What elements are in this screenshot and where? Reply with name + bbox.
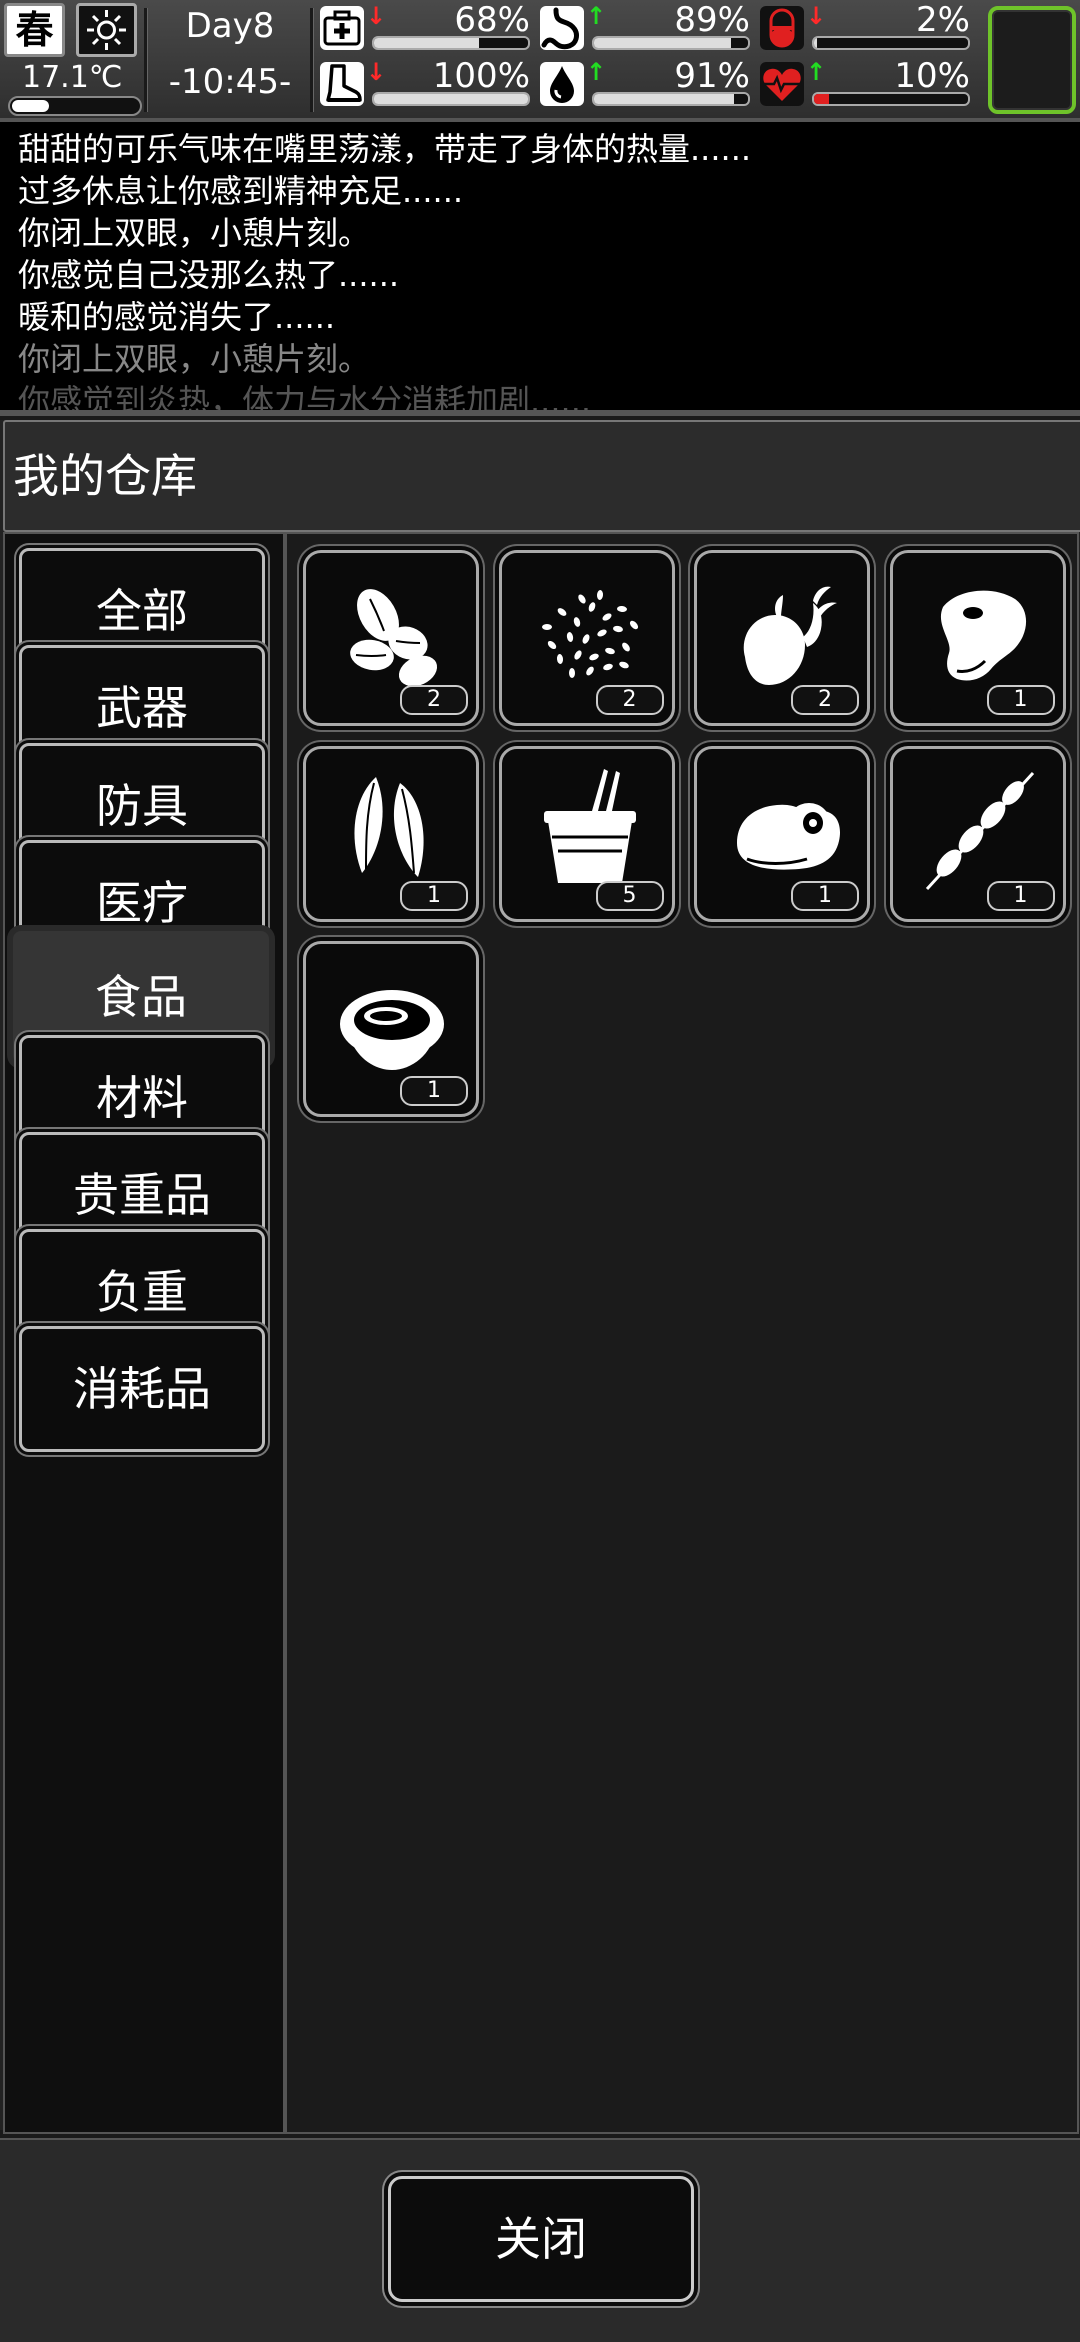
- stat-bar-fill: [594, 94, 735, 104]
- item-count-badge: 1: [986, 880, 1055, 911]
- stat-value: 100%: [432, 56, 530, 96]
- stat-value: 2%: [916, 0, 970, 40]
- item-slot[interactable]: 1: [694, 745, 870, 922]
- stat-bar: [592, 36, 750, 50]
- message-line: 过多休息让你感到精神充足......: [18, 172, 464, 210]
- stomach-icon: [540, 6, 584, 50]
- divider: [144, 8, 148, 112]
- sprouted-potato-icon: [743, 586, 837, 685]
- stat-bar-fill: [814, 38, 818, 48]
- temperature-gauge: [8, 96, 142, 116]
- storage-panel: 我的仓库 全部 武器 防具 医疗 食品 材料 贵重品 负重 消耗品 2 2 2 1 1 5 1 1 1: [0, 420, 1080, 2134]
- thirst-stat[interactable]: ↑ 91%: [540, 56, 750, 106]
- message-line: 你闭上双眼，小憩片刻。: [18, 214, 371, 252]
- stat-bar: [592, 92, 750, 106]
- item-count-badge: 2: [595, 685, 664, 715]
- item-count-badge: 2: [791, 685, 859, 715]
- medkit-icon: [320, 6, 364, 50]
- close-button[interactable]: 关闭: [388, 2176, 694, 2302]
- category-sidebar: 全部 武器 防具 医疗 食品 材料 贵重品 负重 消耗品: [3, 532, 285, 2134]
- status-bar: 春 17.1℃ Day8 -10:45- ↓ 68% ↑ 89% ↓ 2% ↓ …: [0, 0, 1080, 122]
- message-line: 暖和的感觉消失了......: [18, 298, 336, 336]
- item-count-badge: 5: [595, 880, 664, 911]
- trend-arrow: ↑: [586, 2, 607, 30]
- item-slot[interactable]: 1: [889, 550, 1066, 726]
- temperature-readout: 17.1℃: [22, 60, 123, 95]
- stat-bar-fill: [374, 94, 528, 104]
- rice-grains-icon: [541, 590, 638, 678]
- sun-weather-icon: [76, 3, 137, 57]
- trend-arrow: ↓: [806, 2, 827, 30]
- item-slot[interactable]: 5: [498, 745, 675, 922]
- boot-icon: [320, 62, 364, 106]
- season-label: 春: [15, 8, 54, 52]
- stat-bar: [812, 92, 970, 106]
- item-slot[interactable]: 1: [303, 941, 479, 1117]
- storage-title: 我的仓库: [3, 420, 1080, 532]
- steak-icon: [940, 590, 1026, 681]
- stat-value: 89%: [674, 0, 750, 40]
- item-count-badge: 1: [986, 685, 1055, 715]
- meat-chunk-icon: [737, 802, 841, 870]
- season-badge: 春: [4, 3, 65, 57]
- heart-icon: [760, 62, 804, 106]
- trend-arrow: ↑: [806, 58, 827, 86]
- bottom-bar: 关闭: [0, 2138, 1080, 2342]
- category-tab[interactable]: 消耗品: [19, 1326, 265, 1453]
- item-slot[interactable]: 2: [694, 550, 870, 726]
- item-slot[interactable]: 2: [303, 550, 479, 726]
- cup-noodles-icon: [543, 768, 636, 883]
- trend-arrow: ↓: [366, 58, 387, 86]
- seeds-icon: [354, 776, 424, 877]
- divider: [310, 8, 314, 112]
- heart-stat[interactable]: ↑ 10%: [760, 56, 970, 106]
- stamina-stat[interactable]: ↓ 100%: [320, 56, 530, 106]
- temperature-gauge-fill: [12, 100, 49, 112]
- health-stat[interactable]: ↓ 68%: [320, 0, 530, 50]
- stat-bar: [372, 36, 530, 50]
- illness-stat[interactable]: ↓ 2%: [760, 0, 970, 50]
- water-drop-icon: [540, 62, 584, 106]
- almond-icon: [350, 589, 438, 687]
- stat-bar-fill: [594, 38, 732, 48]
- trend-arrow: ↓: [366, 2, 387, 30]
- stat-bar-fill: [814, 94, 830, 104]
- equipment-slot[interactable]: [988, 6, 1076, 114]
- stat-bar: [812, 36, 970, 50]
- item-count-badge: 1: [791, 880, 859, 911]
- stat-bar: [372, 92, 530, 106]
- hunger-stat[interactable]: ↑ 89%: [540, 0, 750, 50]
- item-slot[interactable]: 2: [498, 550, 675, 726]
- message-line: 你闭上双眼，小憩片刻。: [18, 340, 371, 378]
- message-line: 甜甜的可乐气味在嘴里荡漾，带走了身体的热量......: [18, 130, 752, 168]
- message-line: 你感觉自己没那么热了......: [18, 256, 400, 294]
- stat-value: 10%: [894, 56, 970, 96]
- stat-bar-fill: [374, 38, 479, 48]
- item-count-badge: 1: [400, 880, 468, 911]
- stat-value: 91%: [674, 56, 750, 96]
- pill-icon: [760, 6, 804, 50]
- meat-skewer-icon: [925, 771, 1034, 890]
- clock: -10:45-: [168, 62, 292, 102]
- item-slot[interactable]: 1: [889, 745, 1066, 922]
- item-count-badge: 2: [400, 685, 468, 715]
- message-line: 你感觉到炎热，体力与水分消耗加剧......: [18, 382, 592, 416]
- item-count-badge: 1: [400, 1076, 468, 1106]
- item-slot[interactable]: 1: [303, 745, 479, 922]
- day-counter: Day8: [185, 6, 275, 46]
- item-grid: 2 2 2 1 1 5 1 1 1: [285, 532, 1079, 2134]
- soup-bowl-icon: [340, 990, 444, 1070]
- message-log[interactable]: 甜甜的可乐气味在嘴里荡漾，带走了身体的热量...... 过多休息让你感到精神充足.…: [0, 122, 1080, 416]
- stat-value: 68%: [454, 0, 530, 40]
- trend-arrow: ↑: [586, 58, 607, 86]
